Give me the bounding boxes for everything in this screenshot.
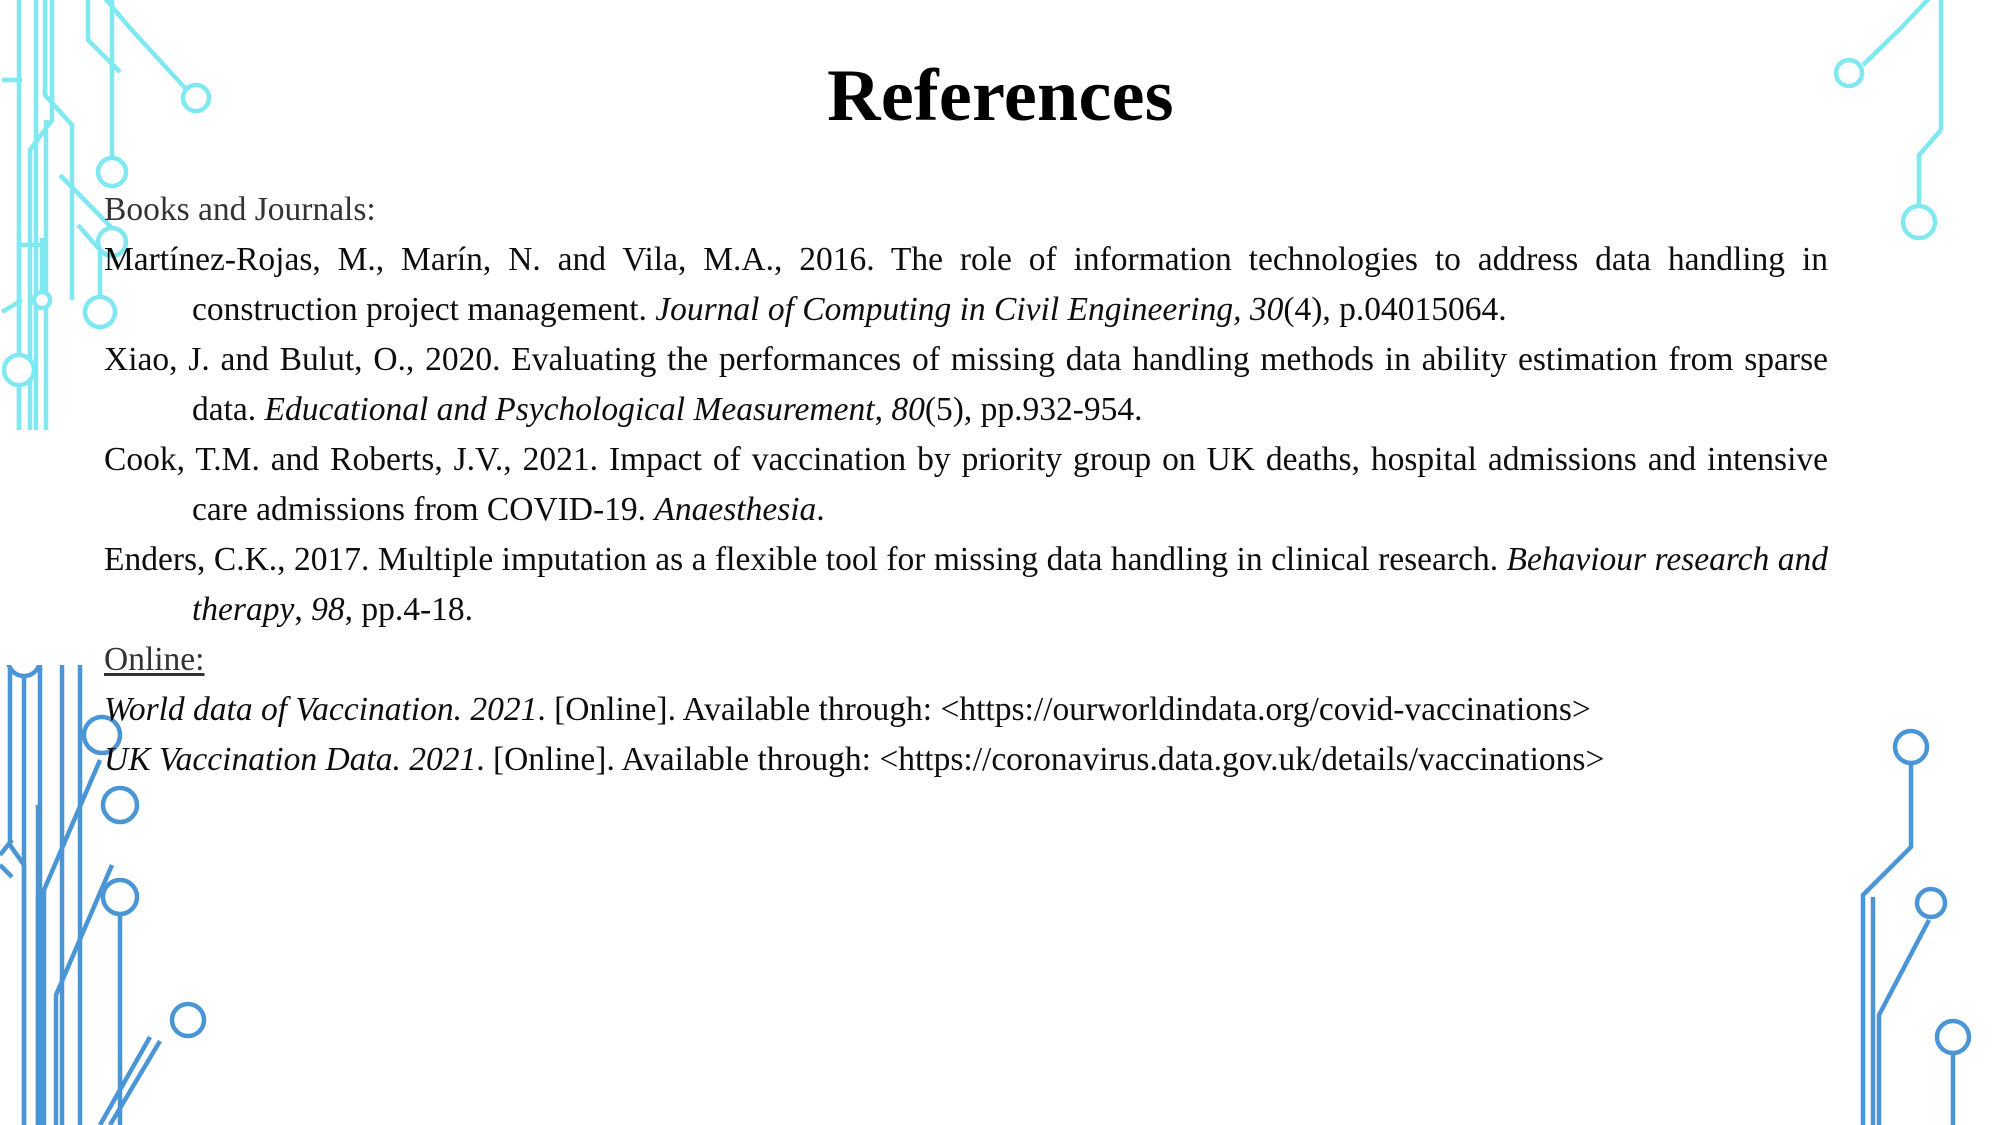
reference-text: , pp.4-18.: [344, 591, 473, 628]
reference-entry: Cook, T.M. and Roberts, J.V., 2021. Impa…: [104, 435, 1828, 535]
section-label-online: Online:: [104, 641, 205, 678]
reference-text: (4), p.04015064.: [1283, 291, 1507, 328]
reference-entry: Martínez-Rojas, M., Marín, N. and Vila, …: [104, 235, 1828, 335]
reference-text: Cook, T.M. and Roberts, J.V., 2021. Impa…: [104, 441, 1828, 528]
reference-title-italic: Journal of Computing in Civil Engineerin…: [655, 291, 1284, 328]
references-body: Books and Journals: Martínez-Rojas, M., …: [104, 185, 1828, 785]
reference-title-italic: UK Vaccination Data. 2021: [104, 741, 477, 778]
reference-entry: World data of Vaccination. 2021. [Online…: [104, 685, 1828, 735]
reference-entry: UK Vaccination Data. 2021. [Online]. Ava…: [104, 735, 1828, 785]
reference-section: Online: World data of Vaccination. 2021.…: [104, 635, 1828, 785]
reference-title-italic: World data of Vaccination. 2021: [104, 691, 538, 728]
reference-entry: Enders, C.K., 2017. Multiple imputation …: [104, 535, 1828, 635]
reference-text: ,: [874, 391, 892, 428]
reference-text: . [Online]. Available through: <https://…: [476, 741, 1605, 778]
reference-title-italic: 98: [311, 591, 345, 628]
reference-text: ,: [294, 591, 312, 628]
reference-text: Enders, C.K., 2017. Multiple imputation …: [104, 541, 1507, 578]
reference-entry: Xiao, J. and Bulut, O., 2020. Evaluating…: [104, 335, 1828, 435]
reference-section: Books and Journals: Martínez-Rojas, M., …: [104, 185, 1828, 635]
reference-text: . [Online]. Available through: <https://…: [537, 691, 1591, 728]
reference-title-italic: Anaesthesia: [654, 491, 817, 528]
reference-title-italic: 80: [891, 391, 925, 428]
reference-text: .: [816, 491, 825, 528]
reference-title-italic: Educational and Psychological Measuremen…: [264, 391, 875, 428]
page-title: References: [827, 55, 1174, 137]
slide-root: References Books and Journals: Martínez-…: [0, 0, 2001, 1125]
reference-text: (5), pp.932-954.: [924, 391, 1143, 428]
section-label-books-and-journals: Books and Journals:: [104, 191, 376, 228]
